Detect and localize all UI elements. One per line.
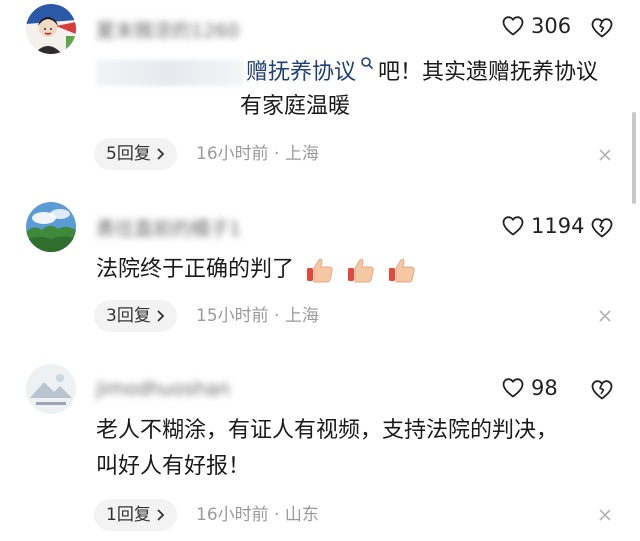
- comment-item: 夏末微凉的1260 306 赠抚养协议 吧！其实遗赠抚养协议 有家庭温暖 5回复 …: [0, 0, 640, 180]
- location: 上海: [284, 144, 319, 164]
- comment-line: 吧！其实遗赠抚养协议: [378, 60, 599, 85]
- avatar[interactable]: [26, 202, 76, 252]
- thumbs-up-emoji: [389, 258, 415, 283]
- separator: ·: [274, 144, 280, 164]
- comment-meta: 15小时前 · 上海: [196, 300, 319, 332]
- blurred-text: [96, 60, 244, 86]
- timestamp: 15小时前: [196, 306, 269, 326]
- dislike-button[interactable]: [590, 216, 614, 240]
- search-icon[interactable]: [360, 56, 374, 70]
- comment-text: 赠抚养协议 吧！其实遗赠抚养协议: [96, 56, 598, 90]
- timestamp: 16小时前: [196, 144, 269, 164]
- view-replies-button[interactable]: 5回复: [94, 138, 177, 170]
- like-button[interactable]: 1194: [501, 214, 584, 238]
- reply-count: 3回复: [106, 306, 151, 326]
- comment-meta: 16小时前 · 山东: [196, 499, 319, 531]
- like-count: 98: [531, 376, 558, 400]
- view-replies-button[interactable]: 1回复: [94, 499, 177, 531]
- heart-outline-icon: [502, 216, 524, 236]
- view-replies-button[interactable]: 3回复: [94, 300, 177, 332]
- comment-item: 勇往直前的橘子1 1194 法院终于正确的判了 3回复 15小时前 · 上海: [0, 196, 640, 346]
- chevron-right-icon: [157, 509, 165, 521]
- username[interactable]: jimodhuoshan: [96, 378, 230, 400]
- dislike-button[interactable]: [590, 16, 614, 40]
- comment-line: 叫好人有好报！: [96, 454, 251, 479]
- username[interactable]: 勇往直前的橘子1: [96, 214, 241, 241]
- separator: ·: [274, 505, 280, 525]
- separator: ·: [274, 306, 280, 326]
- comment-line: 法院终于正确的判了: [96, 257, 295, 282]
- avatar[interactable]: [26, 364, 76, 414]
- broken-heart-icon: [591, 18, 613, 38]
- scrollbar-thumb[interactable]: [632, 112, 636, 204]
- username[interactable]: 夏末微凉的1260: [96, 16, 239, 43]
- like-button[interactable]: 98: [501, 376, 558, 400]
- comment-text: 法院终于正确的判了: [96, 253, 417, 287]
- comment-line: 老人不糊涂，有证人有视频，支持法院的判决，: [96, 418, 559, 443]
- broken-heart-icon: [591, 218, 613, 238]
- search-keyword-link[interactable]: 赠抚养协议: [246, 60, 356, 85]
- chevron-right-icon: [157, 148, 165, 160]
- close-icon[interactable]: [595, 505, 615, 525]
- like-button[interactable]: 306: [501, 14, 571, 38]
- location: 上海: [284, 306, 319, 326]
- comment-item: jimodhuoshan 98 老人不糊涂，有证人有视频，支持法院的判决， 叫好…: [0, 358, 640, 541]
- like-count: 1194: [531, 214, 585, 238]
- heart-outline-icon: [502, 16, 524, 36]
- close-icon[interactable]: [595, 306, 615, 326]
- broken-heart-icon: [591, 380, 613, 400]
- thumbs-up-emoji: [307, 258, 333, 283]
- comment-meta: 16小时前 · 上海: [196, 138, 319, 170]
- thumbs-up-emoji: [348, 258, 374, 283]
- close-icon[interactable]: [595, 145, 615, 165]
- avatar[interactable]: [26, 4, 76, 54]
- reply-count: 5回复: [106, 144, 151, 164]
- chevron-right-icon: [157, 310, 165, 322]
- timestamp: 16小时前: [196, 505, 269, 525]
- location: 山东: [284, 505, 319, 525]
- like-count: 306: [531, 14, 572, 38]
- heart-outline-icon: [502, 378, 524, 398]
- dislike-button[interactable]: [590, 378, 614, 402]
- reply-count: 1回复: [106, 505, 151, 525]
- comment-line: 有家庭温暖: [240, 94, 351, 119]
